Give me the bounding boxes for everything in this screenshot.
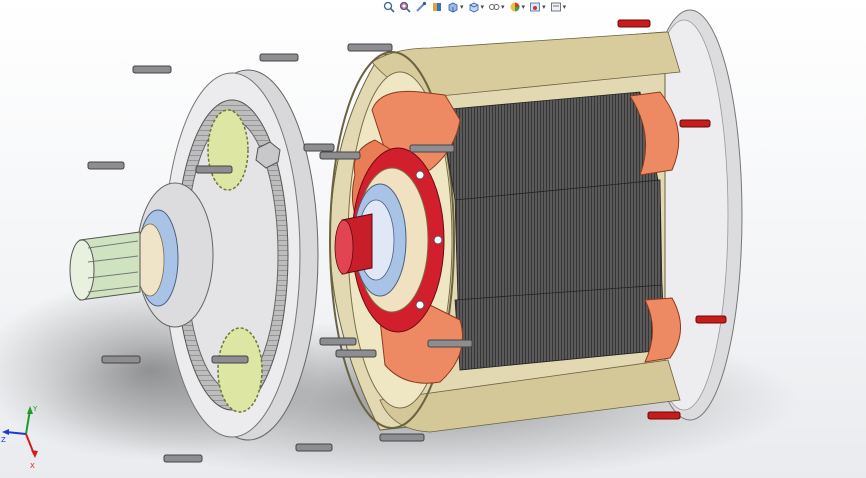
edit-appearance-icon: [510, 2, 520, 12]
display-style-button[interactable]: ▾: [466, 0, 487, 14]
triad-x-arrow: [31, 450, 38, 458]
rear-bolt: [617, 19, 651, 28]
rear-bolt: [695, 315, 727, 324]
triad-z-arrow: [2, 429, 9, 435]
bolt: [347, 43, 393, 52]
zoom-to-area-icon: [399, 1, 411, 13]
bolt: [319, 151, 361, 160]
chevron-down-icon[interactable]: ▾: [563, 3, 567, 11]
section-view-icon: [433, 3, 441, 11]
view-settings-button[interactable]: ▾: [548, 0, 569, 14]
graphics-viewport[interactable]: ▾ ▾ ▾ ▾ ▾ ▾ Y Z X: [0, 0, 866, 478]
section-view-button[interactable]: [429, 0, 445, 14]
zoom-to-fit-icon: [383, 1, 395, 13]
plate-hole: [415, 300, 425, 310]
bolt: [87, 161, 125, 170]
view-settings-icon: [550, 2, 561, 12]
bolt: [303, 143, 335, 152]
bolt: [163, 454, 203, 463]
previous-view-button[interactable]: [413, 0, 429, 14]
plate-hole: [415, 170, 425, 180]
plate-hole: [433, 235, 443, 245]
zoom-to-area-button[interactable]: [397, 0, 413, 14]
triad-y-label: Y: [32, 405, 38, 413]
bolt: [195, 165, 233, 174]
bolt: [132, 65, 172, 74]
heads-up-view-toolbar: ▾ ▾ ▾ ▾ ▾ ▾: [381, 0, 568, 14]
chevron-down-icon[interactable]: ▾: [501, 3, 505, 11]
chevron-down-icon[interactable]: ▾: [522, 3, 526, 11]
display-style-icon: [469, 2, 478, 13]
shaft-end-face: [69, 239, 95, 301]
bolt: [101, 355, 141, 364]
hide-show-items-button[interactable]: ▾: [486, 0, 507, 14]
rear-bolt: [679, 119, 711, 128]
previous-view-icon: [416, 1, 427, 12]
hide-show-items-icon: [489, 4, 500, 10]
chevron-down-icon[interactable]: ▾: [481, 3, 485, 11]
bolt: [409, 144, 455, 153]
triad-x-label: X: [30, 462, 35, 470]
apply-scene-icon: [530, 2, 540, 12]
zoom-to-fit-button[interactable]: [381, 0, 397, 14]
bolt: [259, 53, 299, 62]
view-orientation-icon: [448, 2, 458, 13]
reference-triad[interactable]: Y Z X: [0, 402, 44, 472]
bolt: [211, 355, 249, 364]
rotor-hub-face: [334, 219, 354, 275]
view-orientation-button[interactable]: ▾: [445, 0, 466, 14]
bolt: [319, 337, 357, 346]
chevron-down-icon[interactable]: ▾: [460, 3, 464, 11]
apply-scene-button[interactable]: ▾: [527, 0, 548, 14]
bolt: [379, 433, 425, 442]
stator-housing[interactable]: [329, 9, 743, 433]
edit-appearance-button[interactable]: ▾: [507, 0, 528, 14]
bolt: [427, 339, 473, 348]
bolt: [335, 349, 377, 358]
bolt: [295, 443, 333, 452]
planet-gear-top: [207, 109, 249, 191]
lamination-stack-middle: [454, 179, 663, 301]
chevron-down-icon[interactable]: ▾: [542, 3, 546, 11]
triad-z-label: Z: [1, 436, 6, 444]
planet-gear-bottom: [217, 327, 263, 413]
rear-bolt: [647, 411, 681, 420]
model-graphics[interactable]: [0, 0, 866, 478]
